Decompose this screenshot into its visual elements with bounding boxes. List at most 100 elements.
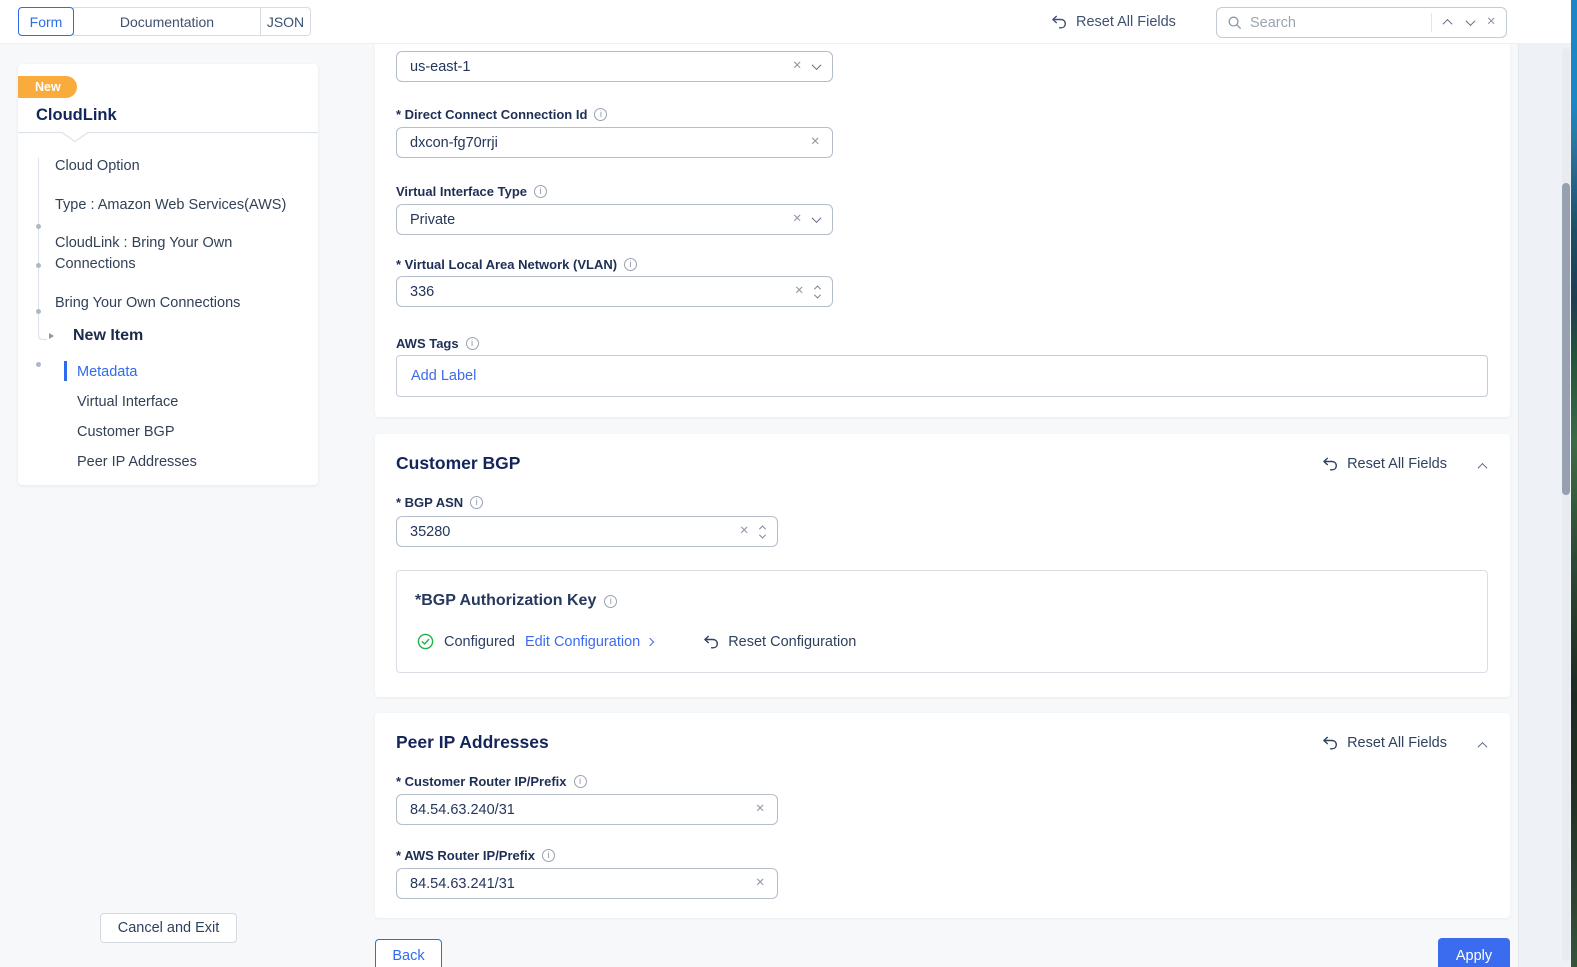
tab-form[interactable]: Form [18,7,74,36]
sidebar-item-cloud-option[interactable]: Cloud Option [55,156,305,177]
peer-ip-title: Peer IP Addresses [396,732,549,753]
number-stepper[interactable] [760,525,765,539]
add-label-link[interactable]: Add Label [411,368,476,384]
info-icon[interactable]: i [470,496,483,509]
region-select-value[interactable] [397,59,781,75]
tree-connector-line [38,158,39,330]
info-icon[interactable]: i [466,337,479,350]
stepper-down-icon[interactable] [759,531,766,538]
search-icon [1227,15,1242,30]
expand-arrow-icon[interactable] [49,333,54,339]
search-next-icon[interactable] [1466,16,1476,26]
status-badge-new: New [18,76,77,98]
desktop-background-sliver [1571,0,1577,967]
sidebar-title: CloudLink [36,106,117,125]
customer-bgp-title: Customer BGP [396,453,520,474]
undo-icon [1051,15,1067,29]
customer-router-ip-input[interactable] [397,802,744,818]
sidebar-item-cloudlink-byoc[interactable]: CloudLink : Bring Your Own Connections [55,233,267,275]
active-section-indicator [64,361,67,381]
collapse-notch-divider[interactable] [18,131,318,145]
sidebar-section-peer-ip-addresses[interactable]: Peer IP Addresses [77,454,277,470]
chevron-down-icon[interactable] [812,213,822,223]
search-divider [1431,13,1432,32]
clear-icon[interactable]: ✕ [810,137,820,149]
aws-tags-label: AWS Tags i [396,336,479,351]
tree-dot [36,263,41,268]
clear-icon[interactable]: ✕ [755,878,765,890]
search-prev-icon[interactable] [1443,19,1453,29]
tab-json[interactable]: JSON [260,7,311,36]
chevron-down-icon[interactable] [812,60,822,70]
edit-configuration-link[interactable]: Edit Configuration [525,634,653,650]
reset-all-fields-label: Reset All Fields [1076,14,1176,30]
chevron-right-icon [646,637,654,645]
cancel-and-exit-button[interactable]: Cancel and Exit [100,913,237,943]
aws-router-ip-input[interactable] [397,876,744,892]
vlan-input[interactable] [397,284,783,300]
panel-reset-all-fields-button[interactable]: Reset All Fields [1322,456,1447,472]
check-circle-icon [417,633,434,650]
connection-id-field: ✕ [396,127,833,158]
sidebar-item-bring-your-own-connections[interactable]: Bring Your Own Connections [55,293,305,314]
panel-reset-all-fields-button[interactable]: Reset All Fields [1322,735,1447,751]
sidebar-section-virtual-interface[interactable]: Virtual Interface [77,394,277,410]
aws-router-ip-label: * AWS Router IP/Prefix i [396,848,555,863]
clear-icon[interactable]: ✕ [739,526,749,538]
customer-router-ip-field: ✕ [396,794,778,825]
top-toolbar: Form Documentation JSON Reset All Fields… [0,0,1571,44]
sidebar-item-type-aws[interactable]: Type : Amazon Web Services(AWS) [55,195,305,216]
reset-all-fields-button[interactable]: Reset All Fields [1051,0,1176,44]
tree-dot [36,309,41,314]
navigation-sidebar: New CloudLink Cloud Option Type : Amazon… [18,64,318,485]
search-close-icon[interactable]: ✕ [1486,17,1496,29]
undo-icon [703,635,719,649]
tree-dot [36,362,41,367]
clear-icon[interactable]: ✕ [755,804,765,816]
stepper-down-icon[interactable] [814,291,821,298]
customer-bgp-panel: Customer BGP Reset All Fields * BGP ASN … [375,434,1510,697]
info-icon[interactable]: i [542,849,555,862]
collapse-panel-icon[interactable] [1478,742,1488,752]
tree-dot [36,224,41,229]
undo-icon [1322,736,1338,750]
aws-router-ip-field: ✕ [396,868,778,899]
sidebar-section-customer-bgp[interactable]: Customer BGP [77,424,277,440]
clear-icon[interactable]: ✕ [794,286,804,298]
aws-tags-box: Add Label [396,355,1488,397]
metadata-panel: ✕ * Direct Connect Connection Id i ✕ Vir… [375,44,1510,417]
number-stepper[interactable] [815,285,820,299]
vlan-label: * Virtual Local Area Network (VLAN) i [396,257,637,272]
info-icon[interactable]: i [574,775,587,788]
collapse-panel-icon[interactable] [1478,463,1488,473]
bgp-asn-label: * BGP ASN i [396,495,483,510]
info-icon[interactable]: i [604,595,617,608]
vif-type-label: Virtual Interface Type i [396,184,547,199]
sidebar-section-metadata[interactable]: Metadata [77,364,277,380]
tab-documentation[interactable]: Documentation [73,7,261,36]
region-select: ✕ [396,51,833,82]
connection-id-label: * Direct Connect Connection Id i [396,107,607,122]
reset-configuration-button[interactable]: Reset Configuration [703,634,856,650]
search-input[interactable] [1250,15,1423,31]
undo-icon [1322,457,1338,471]
info-icon[interactable]: i [594,108,607,121]
sidebar-item-new-item[interactable]: New Item [73,327,273,345]
auth-key-status: Configured [444,634,515,650]
vif-type-select: ✕ [396,204,833,235]
vif-type-select-value[interactable] [397,212,781,228]
peer-ip-panel: Peer IP Addresses Reset All Fields * Cus… [375,713,1510,918]
clear-icon[interactable]: ✕ [792,214,802,226]
info-icon[interactable]: i [624,258,637,271]
bgp-asn-input[interactable] [397,524,728,540]
back-button[interactable]: Back [375,939,442,967]
scrollbar-thumb[interactable] [1562,183,1570,495]
vlan-field: ✕ [396,276,833,307]
clear-icon[interactable]: ✕ [792,61,802,73]
bgp-auth-key-box: *BGP Authorization Key i Configured Edit… [396,570,1488,673]
search-box: ✕ [1216,7,1507,38]
apply-button[interactable]: Apply [1438,938,1510,967]
connection-id-input[interactable] [397,135,799,151]
bgp-asn-field: ✕ [396,516,778,547]
info-icon[interactable]: i [534,185,547,198]
